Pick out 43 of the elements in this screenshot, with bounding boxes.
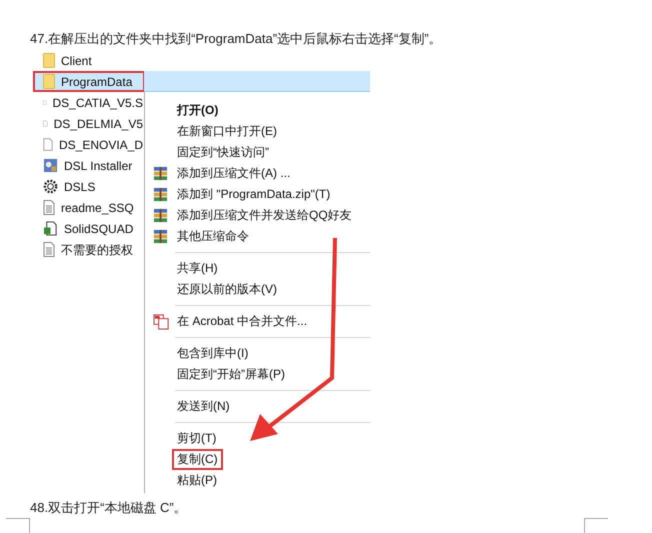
menu-item[interactable]: 剪切(T) xyxy=(172,428,222,449)
documents-icon xyxy=(153,313,170,330)
menu-item[interactable]: 包含到库中(I) xyxy=(172,343,254,364)
menu-item[interactable]: 添加到 "ProgramData.zip"(T) xyxy=(172,184,336,205)
step-text: 48.双击打开“本地磁盘 C”。 xyxy=(30,499,188,517)
file-item[interactable]: 不需要的授权 xyxy=(33,239,145,260)
menu-item[interactable]: 粘贴(P) xyxy=(172,470,222,491)
file-item[interactable]: DS_ENOVIA_D xyxy=(33,134,145,155)
menu-item[interactable]: 还原以前的版本(V) xyxy=(172,279,282,300)
step-text: 47.在解压出的文件夹中找到“ProgramData”选中后鼠标右击选择“复制”。 xyxy=(30,30,443,48)
text-file-icon xyxy=(43,200,55,215)
menu-item[interactable]: 打开(O) xyxy=(172,100,224,121)
shortcut-icon xyxy=(43,221,58,236)
menu-item[interactable]: 固定到“快速访问” xyxy=(172,142,274,163)
menu-item[interactable]: 固定到“开始”屏幕(P) xyxy=(172,364,290,385)
folder-icon xyxy=(43,53,55,68)
corner-mark xyxy=(584,518,608,533)
file-item[interactable]: DS_DELMIA_V5 xyxy=(33,113,145,134)
file-item[interactable]: readme_SSQ xyxy=(33,197,145,218)
file-item[interactable]: DS_CATIA_V5.S xyxy=(33,92,145,113)
corner-mark xyxy=(6,518,30,533)
menu-item[interactable]: 添加到压缩文件(A) ... xyxy=(172,163,296,184)
menu-item[interactable]: 在新窗口中打开(E) xyxy=(172,121,282,142)
menu-item[interactable]: 在 Acrobat 中合并文件... xyxy=(172,311,312,332)
installer-icon xyxy=(43,158,58,173)
file-item[interactable]: Client xyxy=(33,50,145,71)
menu-item[interactable]: 发送到(N) xyxy=(172,396,235,417)
menu-item[interactable]: 复制(C) xyxy=(172,449,223,470)
gear-icon xyxy=(43,179,58,194)
menu-item[interactable]: 其他压缩命令 xyxy=(172,226,254,247)
file-item[interactable]: SolidSQUAD xyxy=(33,218,145,239)
archive-icon xyxy=(153,229,168,244)
menu-item[interactable]: 添加到压缩文件并发送给QQ好友 xyxy=(172,205,357,226)
archive-icon xyxy=(153,166,168,181)
menu-item[interactable]: 共享(H) xyxy=(172,258,223,279)
folder-icon xyxy=(43,74,55,89)
text-file-icon xyxy=(43,242,55,257)
archive-icon xyxy=(153,187,168,202)
file-item[interactable]: DSL Installer xyxy=(33,155,145,176)
file-icon xyxy=(43,137,53,152)
archive-icon xyxy=(153,208,168,223)
file-item[interactable]: DSLS xyxy=(33,176,145,197)
file-item[interactable]: ProgramData xyxy=(33,71,145,92)
